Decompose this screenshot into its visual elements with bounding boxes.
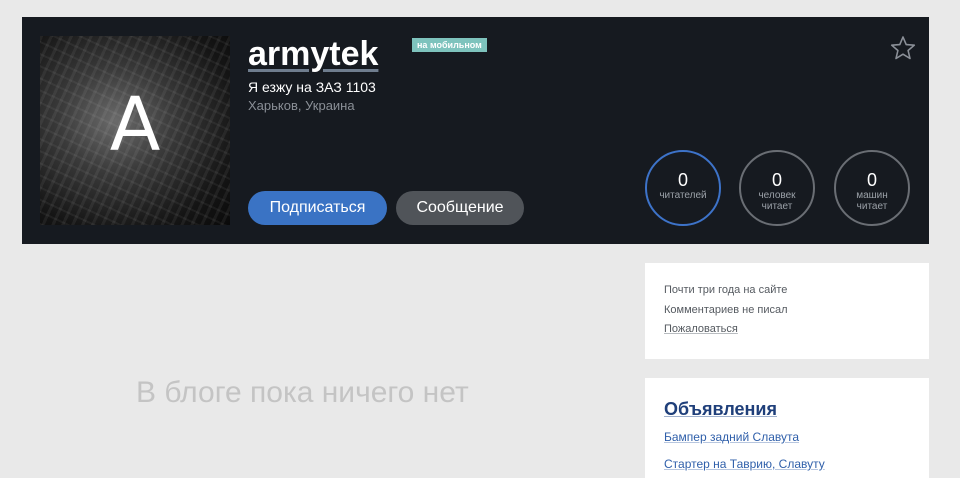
ads-title[interactable]: Объявления [664, 398, 777, 420]
message-button[interactable]: Сообщение [396, 191, 524, 225]
followers-stat[interactable]: 0 читателей [645, 150, 721, 226]
following-cars-count: 0 [866, 170, 877, 190]
followers-label: читателей [659, 190, 707, 201]
following-cars-label: машин читает [856, 190, 888, 212]
subscribe-button[interactable]: Подписаться [248, 191, 387, 225]
location: Харьков, Украина [248, 98, 355, 113]
following-people-label: человек читает [758, 190, 796, 212]
member-since: Почти три года на сайте [664, 284, 788, 296]
empty-blog-message: В блоге пока ничего нет [136, 376, 469, 409]
profile-header: A armytek на мобильном Я езжу на ЗАЗ 110… [22, 17, 929, 244]
following-people-stat[interactable]: 0 человек читает [739, 150, 815, 226]
ad-link[interactable]: Стартер на Таврию, Славуту [664, 457, 825, 472]
car-line: Я езжу на ЗАЗ 1103 [248, 79, 376, 95]
following-people-count: 0 [771, 170, 782, 190]
ad-link[interactable]: Бампер задний Славута [664, 430, 799, 445]
avatar[interactable]: A [40, 36, 230, 225]
followers-count: 0 [677, 170, 688, 190]
avatar-letter: A [109, 82, 161, 168]
info-card: Почти три года на сайте Комментариев не … [645, 263, 929, 359]
report-link[interactable]: Пожаловаться [664, 322, 738, 336]
username[interactable]: armytek [248, 34, 378, 74]
mobile-badge: на мобильном [412, 38, 487, 52]
comments-info: Комментариев не писал [664, 304, 788, 316]
star-icon[interactable] [890, 35, 916, 61]
following-cars-stat[interactable]: 0 машин читает [834, 150, 910, 226]
ads-card: Объявления Бампер задний Славута Стартер… [645, 378, 929, 478]
